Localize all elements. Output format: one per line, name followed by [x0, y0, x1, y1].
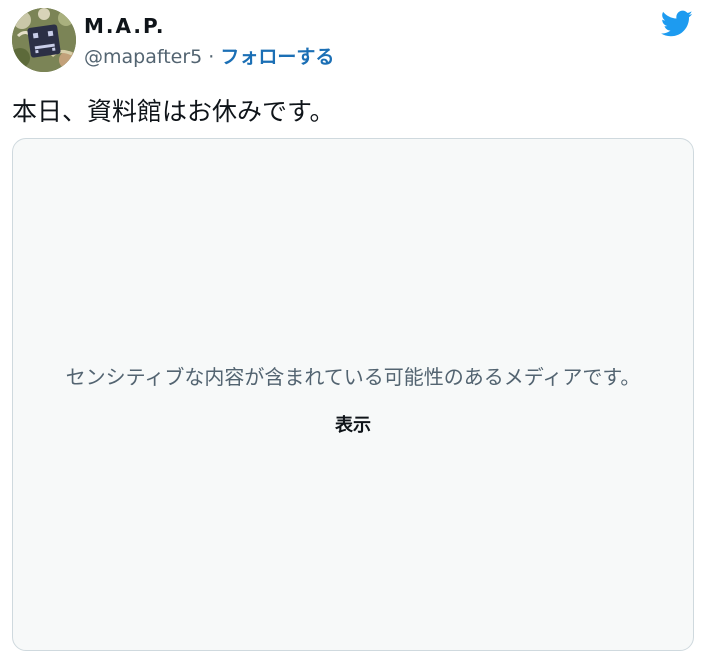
avatar[interactable] — [12, 8, 76, 72]
tweet-card: M.A.P. @mapafter5 · フォローする 本日、資料館はお休みです。… — [0, 0, 705, 658]
sensitive-media-container[interactable]: センシティブな内容が含まれている可能性のあるメディアです。 表示 — [12, 138, 694, 651]
separator: · — [208, 46, 215, 68]
avatar-image — [12, 8, 76, 72]
display-name[interactable]: M.A.P. — [84, 14, 166, 38]
handle[interactable]: @mapafter5 — [84, 46, 202, 68]
show-media-button[interactable]: 表示 — [335, 415, 371, 436]
show-media-row: 表示 — [13, 411, 693, 437]
tweet-header: M.A.P. @mapafter5 · フォローする — [12, 8, 693, 74]
follow-button[interactable]: フォローする — [220, 46, 334, 68]
tweet-text: 本日、資料館はお休みです。 — [12, 97, 335, 126]
sensitive-warning-text: センシティブな内容が含まれている可能性のあるメディアです。 — [65, 365, 641, 389]
twitter-bird-icon[interactable] — [660, 10, 693, 38]
account-subline: @mapafter5 · フォローする — [84, 42, 334, 69]
